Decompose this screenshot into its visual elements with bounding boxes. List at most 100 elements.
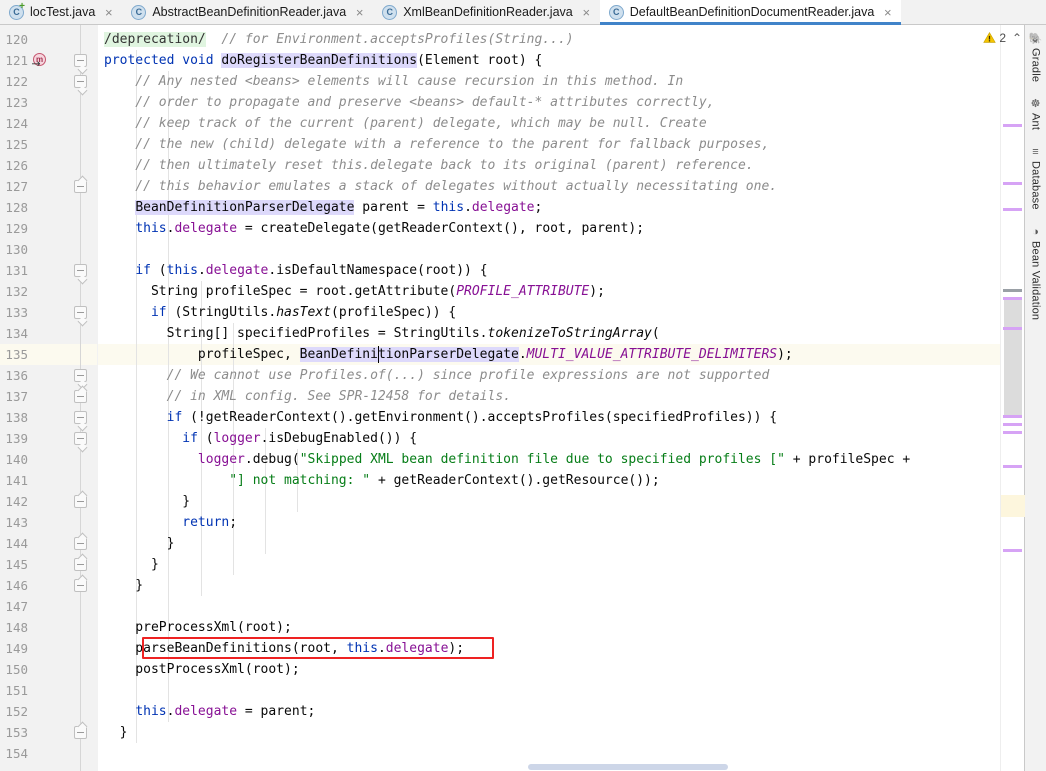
code-text-area[interactable]: /deprecation/ // for Environment.accepts… — [98, 25, 1000, 771]
code-line[interactable]: if (StringUtils.hasText(profileSpec)) { — [104, 302, 456, 323]
code-line[interactable]: // in XML config. See SPR-12458 for deta… — [104, 386, 511, 407]
line-number[interactable]: 138 — [0, 407, 28, 428]
code-line[interactable]: } — [104, 491, 190, 512]
error-stripe-marker[interactable] — [1003, 182, 1022, 185]
code-line[interactable]: if (!getReaderContext().getEnvironment()… — [104, 407, 777, 428]
code-folding-marker[interactable] — [74, 369, 87, 382]
line-number[interactable]: 153 — [0, 722, 28, 743]
code-line[interactable]: // Any nested <beans> elements will caus… — [104, 71, 683, 92]
code-line[interactable]: return; — [104, 512, 237, 533]
editor-tab-1[interactable]: C AbstractBeanDefinitionReader.java × — [122, 0, 374, 24]
close-icon[interactable]: × — [354, 6, 365, 19]
error-stripe-marker[interactable] — [1003, 423, 1022, 426]
line-number[interactable]: 125 — [0, 134, 28, 155]
line-number[interactable]: 139 — [0, 428, 28, 449]
vertical-scrollbar-thumb[interactable] — [1004, 297, 1022, 417]
error-stripe-marker[interactable] — [1003, 549, 1022, 552]
code-line[interactable]: // this behavior emulates a stack of del… — [104, 176, 777, 197]
code-line[interactable]: // then ultimately reset this.delegate b… — [104, 155, 753, 176]
error-stripe-marker[interactable] — [1003, 327, 1022, 330]
line-number[interactable]: 131 — [0, 260, 28, 281]
code-line[interactable]: profileSpec, BeanDefinitionParserDelegat… — [104, 344, 793, 365]
code-line[interactable]: if (this.delegate.isDefaultNamespace(roo… — [104, 260, 487, 281]
code-line[interactable]: String[] specifiedProfiles = StringUtils… — [104, 323, 660, 344]
code-line[interactable]: String profileSpec = root.getAttribute(P… — [104, 281, 605, 302]
line-number[interactable]: 128 — [0, 197, 28, 218]
line-number[interactable]: 137 — [0, 386, 28, 407]
horizontal-scrollbar-thumb[interactable] — [528, 764, 728, 770]
code-line[interactable]: // We cannot use Profiles.of(...) since … — [104, 365, 770, 386]
line-number[interactable]: 136 — [0, 365, 28, 386]
line-number[interactable]: 130 — [0, 239, 28, 260]
error-stripe-marker[interactable] — [1003, 289, 1022, 292]
code-folding-marker[interactable] — [74, 54, 87, 67]
close-icon[interactable]: × — [103, 6, 114, 19]
prev-problem-button[interactable]: ⌃ — [1010, 32, 1024, 44]
error-stripe-marker[interactable] — [1003, 431, 1022, 434]
tool-window-button-ant[interactable]: ☸ Ant — [1030, 94, 1042, 140]
code-line[interactable]: } — [104, 722, 128, 743]
line-number[interactable]: 152 — [0, 701, 28, 722]
editor-tab-0[interactable]: C + locTest.java × — [0, 0, 123, 24]
line-number[interactable]: 123 — [0, 92, 28, 113]
line-number[interactable]: 127 — [0, 176, 28, 197]
code-line[interactable]: } — [104, 533, 175, 554]
error-stripe-marker[interactable] — [1003, 465, 1022, 468]
error-stripe-marker[interactable] — [1003, 415, 1022, 418]
overriding-method-marker-icon[interactable]: m ↗ — [28, 53, 47, 72]
line-number[interactable]: 120 — [0, 29, 28, 50]
tool-window-button-database[interactable]: ≡ Database — [1030, 142, 1042, 220]
code-line[interactable]: // the new (child) delegate with a refer… — [104, 134, 769, 155]
code-line[interactable]: this.delegate = parent; — [104, 701, 315, 722]
code-line[interactable]: this.delegate = createDelegate(getReader… — [104, 218, 644, 239]
next-problem-button[interactable]: ⌄ — [1028, 32, 1042, 44]
line-number[interactable]: 122 — [0, 71, 28, 92]
code-folding-marker[interactable] — [74, 537, 87, 550]
code-folding-marker[interactable] — [74, 579, 87, 592]
error-stripe-marker[interactable] — [1003, 124, 1022, 127]
line-number[interactable]: 133 — [0, 302, 28, 323]
code-line[interactable]: /deprecation/ // for Environment.accepts… — [104, 29, 574, 50]
line-number[interactable]: 124 — [0, 113, 28, 134]
code-line[interactable]: postProcessXml(root); — [104, 659, 299, 680]
warning-indicator[interactable]: 2 — [983, 31, 1006, 45]
line-number[interactable]: 141 — [0, 470, 28, 491]
tool-window-button-bean-validation[interactable]: ◑ Bean Validation — [1030, 222, 1042, 330]
line-number[interactable]: 150 — [0, 659, 28, 680]
line-number[interactable]: 144 — [0, 533, 28, 554]
line-number[interactable]: 129 — [0, 218, 28, 239]
error-stripe-marker[interactable] — [1003, 208, 1022, 211]
line-number[interactable]: 154 — [0, 743, 28, 764]
horizontal-scrollbar[interactable] — [98, 762, 1000, 771]
code-line[interactable]: preProcessXml(root); — [104, 617, 292, 638]
code-line[interactable]: "] not matching: " + getReaderContext().… — [104, 470, 659, 491]
code-folding-marker[interactable] — [74, 495, 87, 508]
code-folding-marker[interactable] — [74, 390, 87, 403]
error-stripe-marker[interactable] — [1003, 297, 1022, 300]
code-line[interactable]: if (logger.isDebugEnabled()) { — [104, 428, 417, 449]
line-number[interactable]: 146 — [0, 575, 28, 596]
code-folding-marker[interactable] — [74, 75, 87, 88]
code-line[interactable]: // keep track of the current (parent) de… — [104, 113, 706, 134]
editor-tab-2[interactable]: C XmlBeanDefinitionReader.java × — [373, 0, 600, 24]
line-number[interactable]: 126 — [0, 155, 28, 176]
inspection-widget[interactable]: 2 ⌃ ⌄ — [983, 25, 1046, 50]
code-folding-marker[interactable] — [74, 726, 87, 739]
close-icon[interactable]: × — [581, 6, 592, 19]
line-number[interactable]: 135 — [0, 344, 28, 365]
line-number[interactable]: 148 — [0, 617, 28, 638]
code-folding-marker[interactable] — [74, 180, 87, 193]
line-number[interactable]: 142 — [0, 491, 28, 512]
line-number[interactable]: 147 — [0, 596, 28, 617]
code-line[interactable]: logger.debug("Skipped XML bean definitio… — [104, 449, 910, 470]
code-line[interactable]: } — [104, 575, 143, 596]
line-number[interactable]: 149 — [0, 638, 28, 659]
code-line[interactable]: BeanDefinitionParserDelegate parent = th… — [104, 197, 542, 218]
error-stripe-scrollbar[interactable] — [1000, 25, 1025, 771]
code-line[interactable]: } — [104, 554, 159, 575]
code-folding-marker[interactable] — [74, 306, 87, 319]
code-folding-marker[interactable] — [74, 264, 87, 277]
code-line[interactable]: parseBeanDefinitions(root, this.delegate… — [104, 638, 464, 659]
code-folding-marker[interactable] — [74, 558, 87, 571]
code-line[interactable]: // order to propagate and preserve <bean… — [104, 92, 714, 113]
